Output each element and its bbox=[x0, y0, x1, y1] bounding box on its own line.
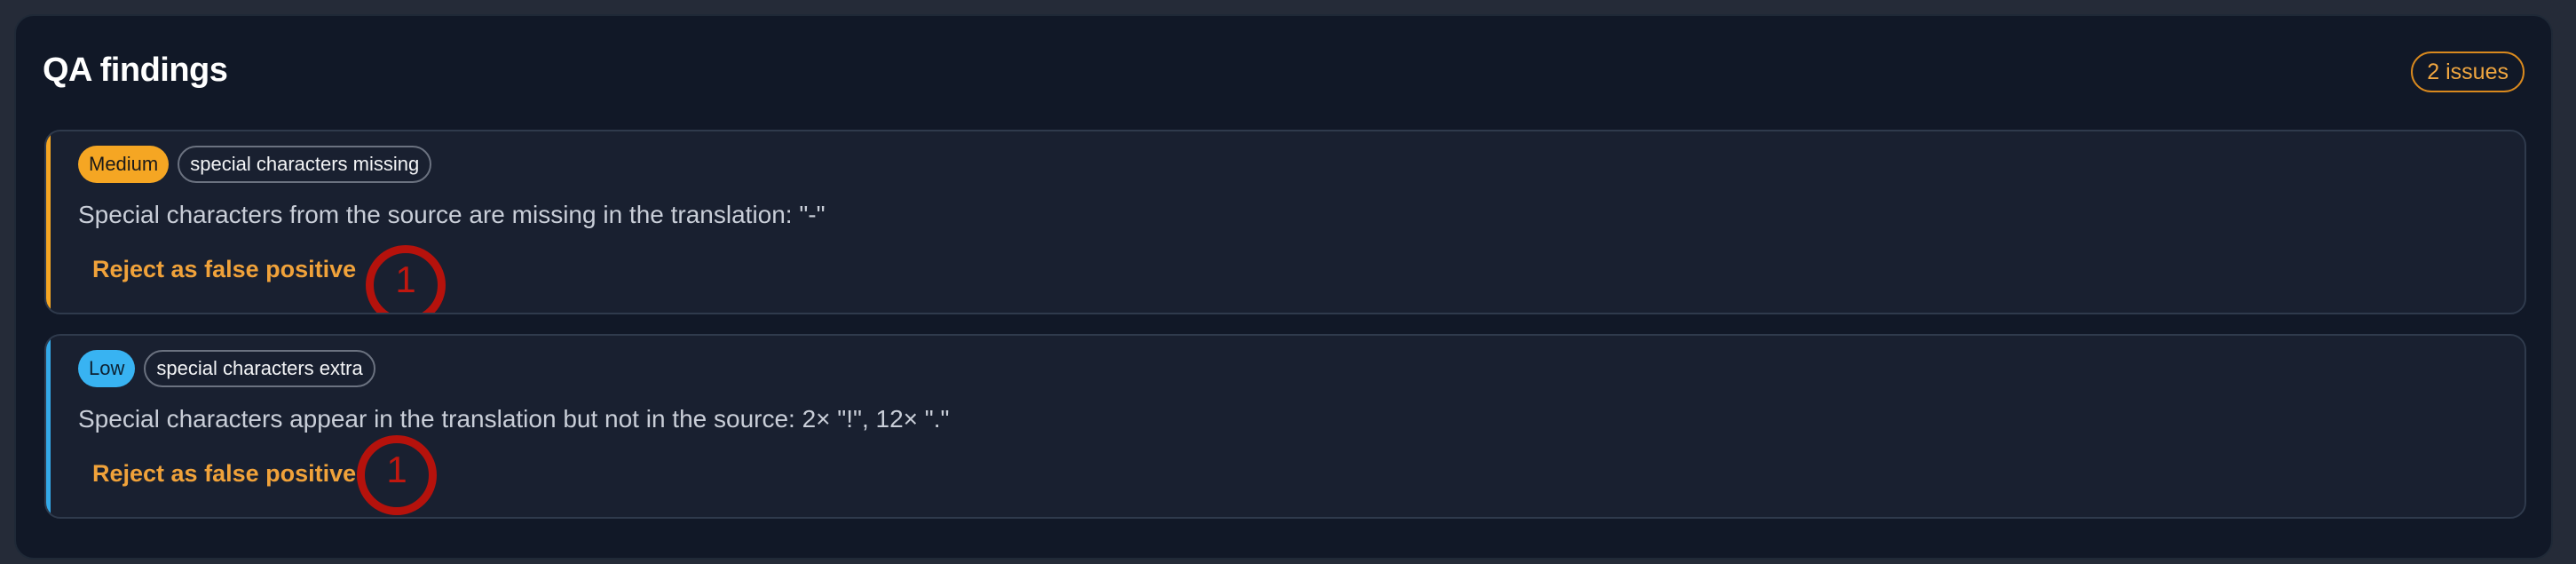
severity-accent-bar bbox=[46, 336, 51, 517]
issue-type-tag: special characters missing bbox=[178, 146, 432, 183]
panel-header: QA findings 2 issues bbox=[43, 16, 2525, 131]
finding-message: Special characters appear in the transla… bbox=[78, 405, 950, 433]
annotation-marker-number: 1 bbox=[395, 258, 416, 300]
reject-false-positive-button[interactable]: Reject as false positive bbox=[92, 460, 356, 488]
annotation-marker: 1 bbox=[357, 435, 437, 515]
finding-card-medium: Medium special characters missing Specia… bbox=[44, 130, 2526, 314]
issue-type-tag: special characters extra bbox=[144, 350, 375, 387]
reject-false-positive-button[interactable]: Reject as false positive bbox=[92, 256, 356, 283]
annotation-marker-number: 1 bbox=[386, 449, 407, 490]
panel-title: QA findings bbox=[43, 52, 228, 89]
issue-count-badge: 2 issues bbox=[2411, 52, 2525, 92]
severity-badge: Medium bbox=[78, 146, 170, 183]
finding-tags: Low special characters extra bbox=[78, 350, 375, 387]
finding-message: Special characters from the source are m… bbox=[78, 201, 826, 228]
finding-card-low: Low special characters extra Special cha… bbox=[44, 334, 2526, 519]
severity-badge: Low bbox=[78, 350, 136, 387]
annotation-marker: 1 bbox=[366, 245, 446, 313]
finding-tags: Medium special characters missing bbox=[78, 146, 432, 183]
severity-accent-bar bbox=[46, 131, 51, 313]
qa-findings-panel: QA findings 2 issues Medium special char… bbox=[14, 14, 2553, 560]
